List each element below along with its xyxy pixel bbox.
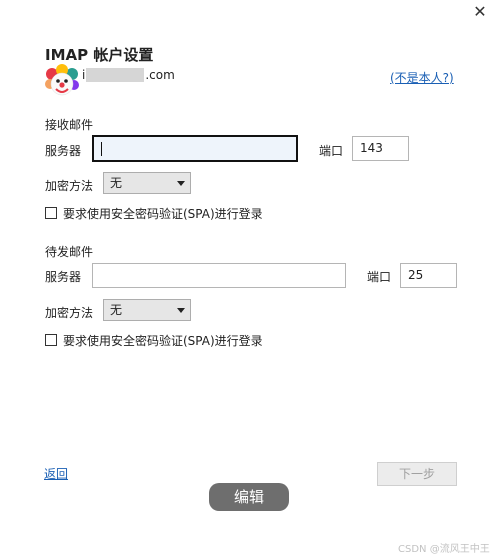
outgoing-spa-checkbox[interactable]: [45, 334, 57, 346]
avatar: [44, 64, 80, 100]
dialog-title: IMAP 帐户设置: [45, 46, 154, 64]
email-suffix: .com: [145, 68, 175, 82]
incoming-encryption-label: 加密方法: [45, 179, 94, 193]
outgoing-port-value: 25: [408, 268, 424, 282]
edit-button[interactable]: 编辑: [209, 483, 289, 511]
incoming-encryption-value: 无: [110, 176, 123, 190]
outgoing-server-label: 服务器: [45, 270, 82, 284]
clown-avatar-icon: [45, 64, 79, 96]
incoming-section-label: 接收邮件: [45, 118, 94, 132]
chevron-down-icon: [177, 308, 185, 313]
outgoing-spa-label: 要求使用安全密码验证(SPA)进行登录: [63, 334, 263, 348]
incoming-port-input[interactable]: 143: [352, 136, 409, 161]
incoming-server-label: 服务器: [45, 144, 82, 158]
account-email: i .com: [82, 68, 175, 82]
not-me-link[interactable]: (不是本人?): [390, 69, 454, 86]
incoming-encryption-select[interactable]: 无: [103, 172, 191, 194]
text-caret: [101, 141, 102, 156]
incoming-port-label: 端口: [319, 144, 344, 158]
outgoing-encryption-label: 加密方法: [45, 306, 94, 320]
incoming-spa-checkbox[interactable]: [45, 207, 57, 219]
incoming-server-input[interactable]: [92, 135, 298, 162]
close-icon: ✕: [473, 2, 487, 21]
outgoing-section-label: 待发邮件: [45, 245, 94, 259]
close-button[interactable]: ✕: [470, 2, 490, 22]
outgoing-server-input[interactable]: [92, 263, 346, 288]
outgoing-encryption-select[interactable]: 无: [103, 299, 191, 321]
chevron-down-icon: [177, 181, 185, 186]
incoming-spa-label: 要求使用安全密码验证(SPA)进行登录: [63, 207, 263, 221]
outgoing-encryption-value: 无: [110, 303, 123, 317]
next-button[interactable]: 下一步: [377, 462, 457, 486]
email-prefix: i: [82, 68, 86, 82]
email-redaction: [86, 68, 145, 82]
back-link[interactable]: 返回: [44, 465, 68, 482]
outgoing-port-label: 端口: [367, 270, 392, 284]
incoming-port-value: 143: [360, 141, 383, 155]
outgoing-port-input[interactable]: 25: [400, 263, 457, 288]
watermark: CSDN @流风王中王: [398, 544, 490, 555]
